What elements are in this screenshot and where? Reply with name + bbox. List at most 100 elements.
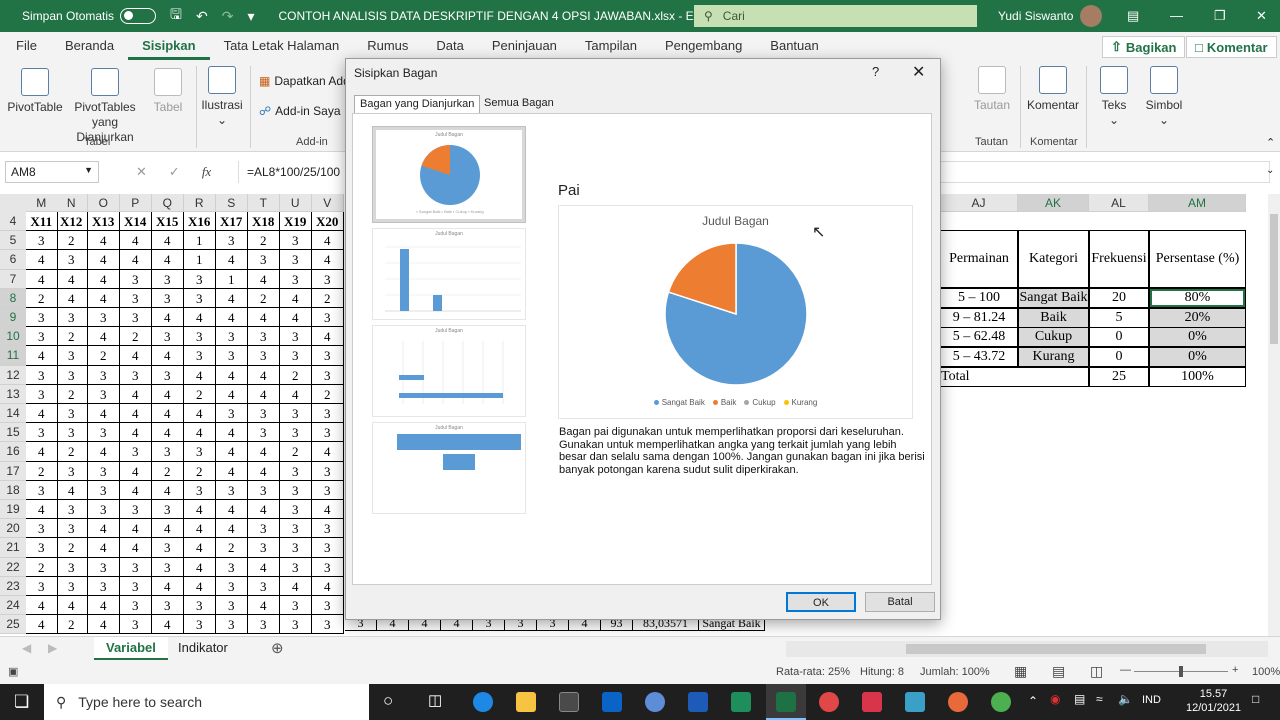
table-cell[interactable]: 3 bbox=[280, 327, 312, 347]
table-cell[interactable]: 4 bbox=[120, 250, 152, 270]
summary-category-cell[interactable]: Cukup bbox=[1018, 327, 1089, 348]
header-cell[interactable]: X18 bbox=[248, 212, 280, 232]
column-header[interactable]: AK bbox=[1018, 194, 1089, 212]
header-cell[interactable]: X16 bbox=[184, 212, 216, 232]
row-header[interactable]: 22 bbox=[0, 557, 26, 577]
table-cell[interactable]: 3 bbox=[280, 250, 312, 270]
tab-peninjauan[interactable]: Peninjauan bbox=[478, 32, 571, 60]
table-cell[interactable]: 3 bbox=[120, 500, 152, 520]
table-cell[interactable]: 4 bbox=[152, 250, 184, 270]
edge-icon[interactable] bbox=[473, 692, 493, 712]
illustrations-button[interactable]: Ilustrasi ⌄ bbox=[200, 62, 244, 128]
table-cell[interactable]: 3 bbox=[280, 231, 312, 251]
table-cell[interactable]: 4 bbox=[152, 404, 184, 424]
help-button[interactable]: ? bbox=[872, 64, 879, 79]
table-cell[interactable]: 4 bbox=[280, 308, 312, 328]
tab-all-charts[interactable]: Semua Bagan bbox=[479, 95, 559, 113]
table-cell[interactable]: 3 bbox=[120, 576, 152, 596]
tab-tampilan[interactable]: Tampilan bbox=[571, 32, 651, 60]
table-cell[interactable]: 3 bbox=[312, 423, 344, 443]
header-cell[interactable]: X17 bbox=[216, 212, 248, 232]
tab-rumus[interactable]: Rumus bbox=[353, 32, 422, 60]
table-cell[interactable]: 4 bbox=[120, 231, 152, 251]
table-cell[interactable]: 4 bbox=[184, 423, 216, 443]
table-cell[interactable]: 3 bbox=[152, 365, 184, 385]
table-cell[interactable]: 3 bbox=[88, 384, 120, 404]
table-cell[interactable]: 3 bbox=[56, 500, 88, 520]
summary-percent-cell[interactable]: 0% bbox=[1149, 327, 1246, 348]
clock[interactable]: 15.57 12/01/2021 bbox=[1186, 687, 1241, 715]
table-cell[interactable]: 3 bbox=[280, 461, 312, 481]
table-cell[interactable]: 4 bbox=[56, 288, 88, 308]
table-cell[interactable]: 2 bbox=[56, 538, 88, 558]
table-cell[interactable]: 3 bbox=[152, 327, 184, 347]
header-cell[interactable]: X14 bbox=[120, 212, 152, 232]
tab-pengembang[interactable]: Pengembang bbox=[651, 32, 756, 60]
row-header[interactable]: 7 bbox=[0, 269, 26, 289]
table-cell[interactable]: 2 bbox=[248, 288, 280, 308]
table-cell[interactable]: 4 bbox=[312, 576, 344, 596]
column-header[interactable]: P bbox=[120, 194, 152, 212]
table-cell[interactable]: 3 bbox=[26, 384, 58, 404]
pivottable-button[interactable]: PivotTable bbox=[5, 64, 65, 115]
table-cell[interactable]: 3 bbox=[280, 538, 312, 558]
table-cell[interactable]: 3 bbox=[56, 250, 88, 270]
tab-file[interactable]: File bbox=[0, 32, 51, 60]
table-cell[interactable]: 3 bbox=[120, 557, 152, 577]
thumb-column[interactable]: Judul Bagan bbox=[372, 228, 526, 320]
header-cell[interactable]: X15 bbox=[152, 212, 184, 232]
column-header[interactable]: V bbox=[312, 194, 344, 212]
table-cell[interactable]: 3 bbox=[312, 346, 344, 366]
table-cell[interactable]: 4 bbox=[88, 250, 120, 270]
summary-category-cell[interactable]: Baik bbox=[1018, 307, 1089, 328]
tab-sisipkan[interactable]: Sisipkan bbox=[128, 32, 210, 60]
table-cell[interactable]: 3 bbox=[248, 615, 280, 635]
table-cell[interactable]: 4 bbox=[152, 576, 184, 596]
table-cell[interactable]: 4 bbox=[280, 288, 312, 308]
table-cell[interactable]: 4 bbox=[216, 308, 248, 328]
table-cell[interactable]: 3 bbox=[312, 308, 344, 328]
excel-icon[interactable] bbox=[776, 692, 796, 712]
summary-range-cell[interactable]: 5 – 43.72 bbox=[940, 347, 1018, 368]
table-cell[interactable]: 3 bbox=[280, 346, 312, 366]
tab-beranda[interactable]: Beranda bbox=[51, 32, 128, 60]
summary-category-cell[interactable]: Sangat Baik bbox=[1018, 288, 1089, 308]
share-button[interactable]: ⇧ Bagikan bbox=[1102, 36, 1186, 58]
table-cell[interactable]: 3 bbox=[152, 538, 184, 558]
page-layout-icon[interactable]: ▤ bbox=[1052, 663, 1065, 680]
table-cell[interactable]: 3 bbox=[26, 480, 58, 500]
column-header[interactable]: AJ bbox=[940, 194, 1018, 212]
table-cell[interactable]: 4 bbox=[248, 384, 280, 404]
collapse-ribbon-icon[interactable]: ⌃ bbox=[1266, 136, 1275, 149]
table-cell[interactable]: 4 bbox=[152, 480, 184, 500]
summary-total-label[interactable]: Total bbox=[940, 367, 1089, 387]
summary-category-cell[interactable]: Kurang bbox=[1018, 347, 1089, 368]
row-header[interactable]: 8 bbox=[0, 288, 26, 308]
table-cell[interactable]: 3 bbox=[184, 327, 216, 347]
table-cell[interactable]: 3 bbox=[152, 442, 184, 462]
table-cell[interactable]: 4 bbox=[184, 557, 216, 577]
summary-range-cell[interactable]: 9 – 81.24 bbox=[940, 307, 1018, 328]
table-cell[interactable]: 3 bbox=[280, 596, 312, 616]
table-cell[interactable]: 4 bbox=[120, 538, 152, 558]
table-cell[interactable]: 4 bbox=[26, 500, 58, 520]
row-header[interactable]: 23 bbox=[0, 576, 26, 596]
column-header[interactable]: AL bbox=[1089, 194, 1149, 212]
table-cell[interactable]: 4 bbox=[216, 519, 248, 539]
table-cell[interactable]: 2 bbox=[184, 461, 216, 481]
table-cell[interactable]: 4 bbox=[184, 308, 216, 328]
summary-frequency-cell[interactable]: 0 bbox=[1089, 327, 1149, 348]
table-cell[interactable]: 4 bbox=[312, 442, 344, 462]
table-cell[interactable]: 2 bbox=[248, 231, 280, 251]
table-cell[interactable]: 3 bbox=[248, 346, 280, 366]
table-cell[interactable]: 4 bbox=[312, 250, 344, 270]
summary-frequency-cell[interactable]: 0 bbox=[1089, 347, 1149, 368]
table-cell[interactable]: 4 bbox=[88, 538, 120, 558]
chrome-green-icon[interactable] bbox=[991, 692, 1011, 712]
language-indicator[interactable]: IND bbox=[1142, 694, 1161, 706]
table-cell[interactable]: 4 bbox=[88, 519, 120, 539]
table-cell[interactable]: 3 bbox=[88, 461, 120, 481]
name-box[interactable]: AM8 ▼ bbox=[5, 161, 99, 183]
table-cell[interactable]: 4 bbox=[88, 231, 120, 251]
redo-icon[interactable]: ↷ bbox=[222, 8, 234, 25]
